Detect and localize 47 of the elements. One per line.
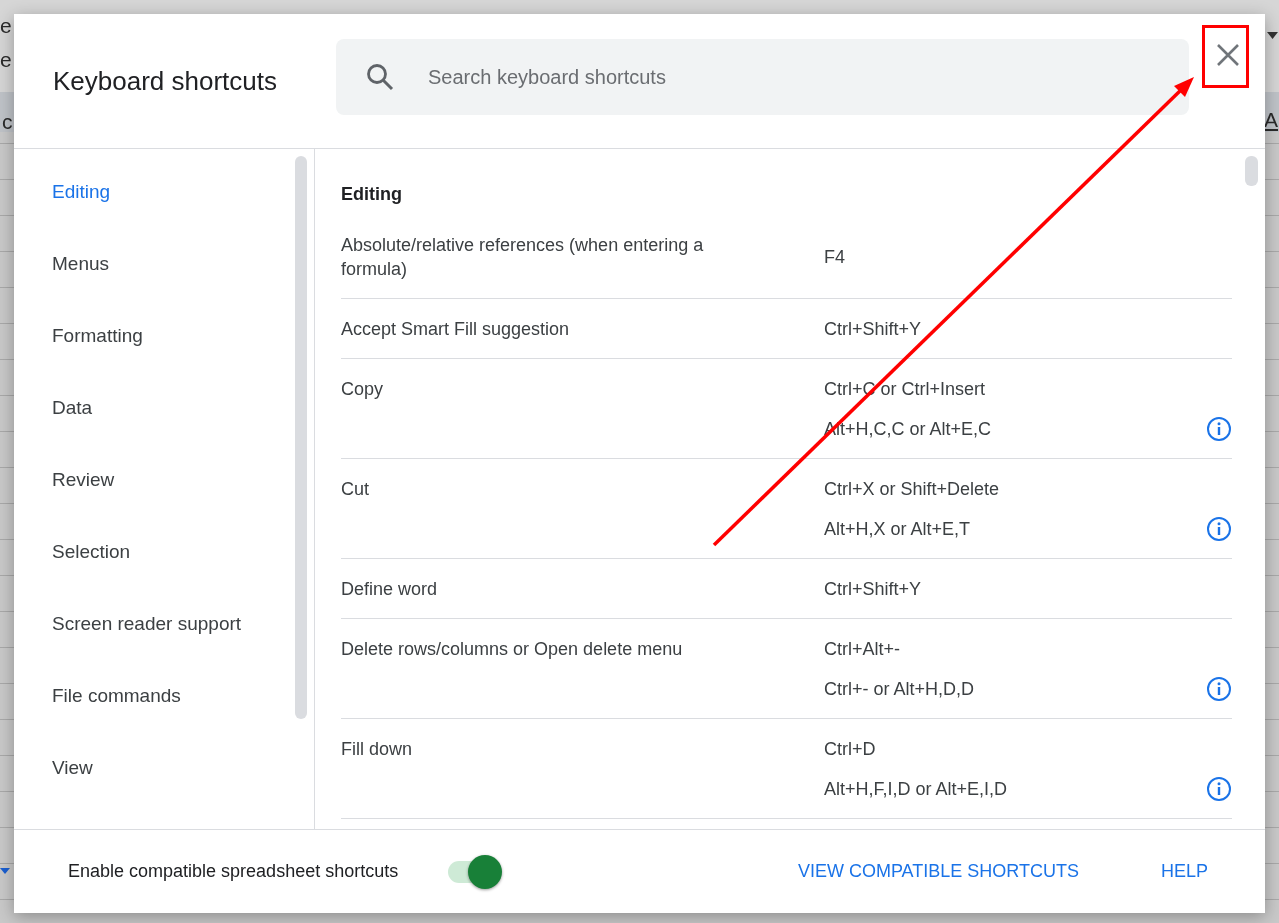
info-icon[interactable]	[1206, 676, 1232, 702]
shortcut-description: Accept Smart Fill suggestion	[341, 318, 571, 341]
sidebar-item[interactable]: View	[14, 732, 314, 804]
shortcut-description: Define word	[341, 578, 439, 601]
search-field[interactable]: Search keyboard shortcuts	[336, 39, 1189, 115]
shortcut-description: Copy	[341, 378, 385, 401]
search-icon	[365, 62, 395, 92]
text-fragment: e	[0, 14, 12, 38]
close-icon	[1217, 44, 1239, 66]
shortcut-description: Cut	[341, 478, 370, 501]
footer-link[interactable]: HELP	[1160, 861, 1208, 882]
scrollbar-thumb[interactable]	[1245, 156, 1258, 186]
sidebar-item[interactable]: Editing	[14, 156, 314, 228]
shortcut-keys: Ctrl+C or Ctrl+Insert	[824, 377, 986, 401]
text-fragment: c	[2, 110, 13, 134]
toggle-switch[interactable]	[448, 854, 503, 889]
footer-link[interactable]: VIEW COMPATIBLE SHORTCUTS	[797, 861, 1079, 882]
shortcut-description: Absolute/relative references (when entering a formula)	[341, 234, 705, 281]
dropdown-caret-icon[interactable]	[1267, 32, 1278, 39]
toggle-label: Enable compatible spreadsheet shortcuts	[68, 861, 399, 882]
info-icon[interactable]	[1206, 416, 1232, 442]
info-icon[interactable]	[1206, 776, 1232, 802]
shortcut-keys: Ctrl+Shift+Y	[824, 577, 922, 601]
text-fragment: A	[1264, 108, 1278, 132]
info-icon[interactable]	[1206, 516, 1232, 542]
shortcut-keys: Ctrl+D	[824, 737, 876, 761]
sidebar-item[interactable]: Menus	[14, 228, 314, 300]
highlight-box	[1202, 25, 1249, 88]
shortcut-keys: Ctrl+Shift+Y	[824, 317, 922, 341]
sidebar-item[interactable]: Selection	[14, 516, 314, 588]
sidebar-item[interactable]: File commands	[14, 660, 314, 732]
shortcut-keys: Ctrl+- or Alt+H,D,D	[824, 677, 975, 701]
sidebar-item[interactable]: Data	[14, 372, 314, 444]
shortcut-description: Delete rows/columns or Open delete menu	[341, 638, 684, 661]
text-fragment: e	[0, 48, 12, 72]
shortcut-description: Fill down	[341, 738, 414, 761]
shortcut-keys: Ctrl+Alt+-	[824, 637, 901, 661]
dialog-title: Keyboard shortcuts	[53, 65, 278, 97]
shortcut-keys: Ctrl+X or Shift+Delete	[824, 477, 1000, 501]
shortcut-keys: Alt+H,F,I,D or Alt+E,I,D	[824, 777, 1008, 801]
sidebar-item[interactable]: Formatting	[14, 300, 314, 372]
sidebar-item[interactable]: Review	[14, 444, 314, 516]
shortcut-keys: F4	[824, 245, 845, 269]
shortcut-keys: Alt+H,X or Alt+E,T	[824, 517, 971, 541]
section-heading: Editing	[341, 183, 403, 206]
scrollbar-thumb[interactable]	[295, 156, 307, 719]
sidebar-item[interactable]: Screen reader support	[14, 588, 314, 660]
